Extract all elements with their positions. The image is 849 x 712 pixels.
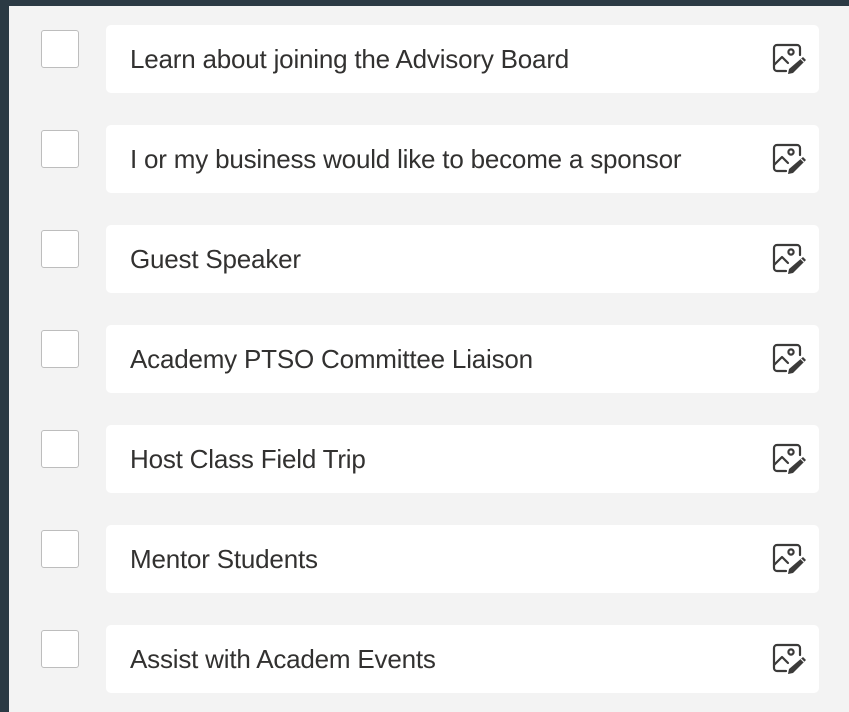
option-checkbox[interactable] [41,230,79,268]
option-label: Academy PTSO Committee Liaison [130,344,533,374]
choice-option-row: Mentor Students [9,525,849,593]
option-text-field[interactable]: Guest Speaker [106,225,819,293]
option-label: Mentor Students [130,544,318,574]
option-text-field[interactable]: Assist with Academ Events [106,625,819,693]
option-checkbox[interactable] [41,130,79,168]
option-checkbox[interactable] [41,630,79,668]
insert-image-icon[interactable] [771,242,807,276]
choice-option-row: Academy PTSO Committee Liaison [9,325,849,393]
choice-option-row: Assist with Academ Events [9,625,849,693]
option-label: Guest Speaker [130,244,301,274]
option-checkbox[interactable] [41,530,79,568]
insert-image-icon[interactable] [771,542,807,576]
option-checkbox[interactable] [41,430,79,468]
option-label: I or my business would like to become a … [130,144,682,174]
insert-image-icon[interactable] [771,342,807,376]
option-label: Host Class Field Trip [130,444,366,474]
option-text-field[interactable]: I or my business would like to become a … [106,125,819,193]
choice-option-row: Host Class Field Trip [9,425,849,493]
option-checkbox[interactable] [41,30,79,68]
option-text-field[interactable]: Learn about joining the Advisory Board [106,25,819,93]
option-checkbox[interactable] [41,330,79,368]
insert-image-icon[interactable] [771,642,807,676]
option-text-field[interactable]: Academy PTSO Committee Liaison [106,325,819,393]
insert-image-icon[interactable] [771,142,807,176]
insert-image-icon[interactable] [771,42,807,76]
choice-option-row: Guest Speaker [9,225,849,293]
option-text-field[interactable]: Host Class Field Trip [106,425,819,493]
choice-options-panel: Learn about joining the Advisory Board I… [9,6,849,712]
option-text-field[interactable]: Mentor Students [106,525,819,593]
insert-image-icon[interactable] [771,442,807,476]
option-label: Assist with Academ Events [130,644,436,674]
choice-option-row: I or my business would like to become a … [9,125,849,193]
option-label: Learn about joining the Advisory Board [130,44,570,74]
choice-option-row: Learn about joining the Advisory Board [9,25,849,93]
